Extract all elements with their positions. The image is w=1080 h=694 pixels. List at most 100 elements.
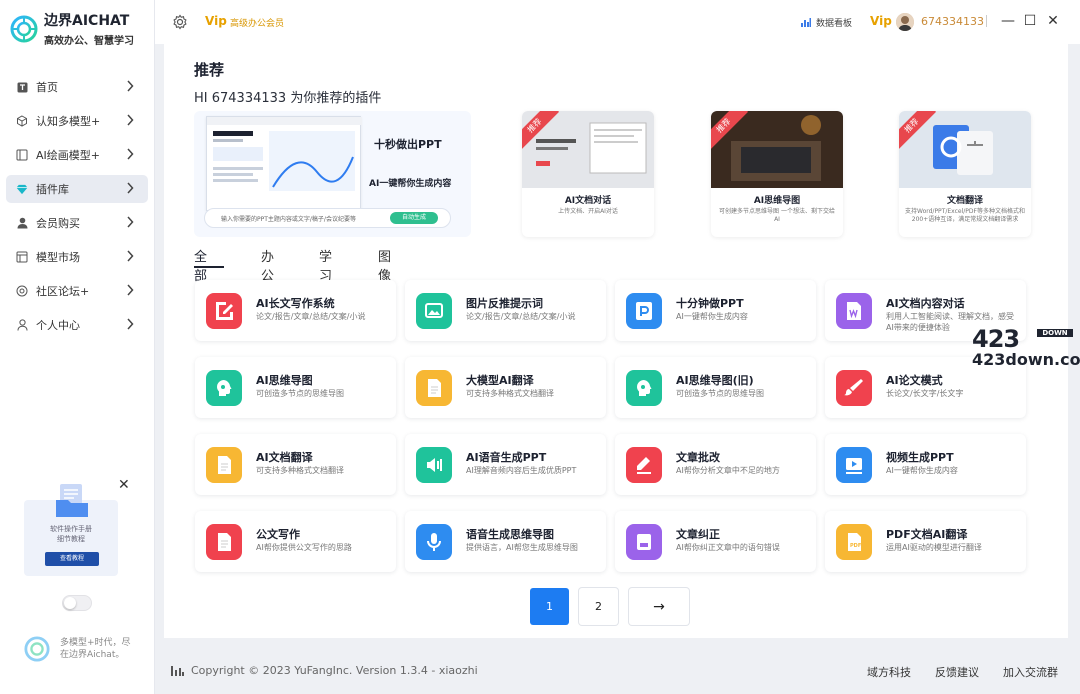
plugin-card[interactable]: 视频生成PPT AI一键帮你生成内容 (825, 434, 1026, 495)
page-2-button[interactable]: 2 (579, 588, 618, 625)
footer: Copyright © 2023 YuFangInc. Version 1.3.… (155, 648, 1080, 694)
image-icon (416, 293, 452, 329)
plugin-card[interactable]: 文章纠正 AI帮你纠正文章中的语句错误 (615, 511, 816, 572)
recommend-card-doc-translate[interactable]: 推荐 文档翻译 支持Word/PPT/Excel/PDF等多种文档格式和200+… (899, 111, 1031, 237)
plugin-title: PDF文档AI翻译 (886, 528, 968, 541)
plugin-title: 文章纠正 (676, 528, 720, 541)
maximize-button[interactable]: ☐ (1023, 14, 1037, 28)
greeting: HI 674334133 为你推荐的插件 (194, 91, 382, 106)
plugin-desc: AI一键帮你生成内容 (676, 312, 748, 321)
footer-link-company[interactable]: 域方科技 (867, 664, 911, 680)
recommend-card-title: 文档翻译 (946, 196, 983, 206)
chevron-right-icon (126, 80, 138, 94)
user-icon (16, 217, 28, 229)
plugin-desc: AI理解音频内容后生成优质PPT (466, 466, 577, 475)
banner-prompt-input[interactable]: 输入你需要的PPT主题内容或文字/稿子/会议纪要等 自动生成 (204, 208, 451, 228)
sidebar-item-forum[interactable]: 社区论坛+ (6, 277, 148, 305)
plugin-title: 文章批改 (676, 451, 720, 464)
plugin-title: AI论文模式 (886, 374, 943, 387)
watermark-small: 423down.com (972, 350, 1080, 369)
sidebar-item-label: 认知多模型+ (36, 115, 101, 128)
vip-badge-icon: Vip (870, 14, 892, 28)
tutorial-promo: 软件操作手册 细节教程 查看教程 (24, 484, 118, 576)
banner-title: 十秒做出PPT (374, 138, 442, 151)
chevron-right-icon (126, 284, 138, 298)
plugin-card[interactable]: 十分钟做PPT AI一键帮你生成内容 (615, 280, 816, 341)
plugin-title: 公文写作 (256, 528, 300, 541)
plugin-card[interactable]: 文章批改 AI帮你分析文章中不足的地方 (615, 434, 816, 495)
next-page-button[interactable]: → (629, 588, 689, 625)
chevron-right-icon (126, 182, 138, 196)
edit-icon (206, 293, 242, 329)
footer-link-join-group[interactable]: 加入交流群 (1003, 664, 1058, 680)
sidebar-item-ai-painting[interactable]: AI绘画模型+ (6, 141, 148, 169)
plugin-card[interactable]: 大模型AI翻译 可支持多种格式文档翻译 (405, 357, 606, 418)
toggle-knob (64, 597, 76, 609)
sidebar-item-label: 个人中心 (36, 319, 80, 332)
watermark-big: 423 (972, 325, 1020, 353)
recommend-card-title: AI思维导图 (753, 196, 801, 206)
recommend-card-doc-chat[interactable]: 推荐 AI文档对话 上传文档、开启AI对话 (522, 111, 654, 237)
plugin-desc: 论文/报告/文章/总结/文案/小说 (466, 312, 576, 321)
page-1-button[interactable]: 1 (530, 588, 569, 625)
brand: 边界AICHAT 高效办公、智慧学习 (10, 10, 134, 47)
audio-icon (416, 447, 452, 483)
sidebar-item-profile[interactable]: 个人中心 (6, 311, 148, 339)
brain-icon (626, 370, 662, 406)
plugin-card[interactable]: AI文档翻译 可支持多种格式文档翻译 (195, 434, 396, 495)
gear-icon[interactable] (172, 14, 188, 30)
plugin-card[interactable]: 语音生成思维导图 提供语言，AI帮您生成思维导图 (405, 511, 606, 572)
sidebar-footer-line1: 多模型+时代，尽 (60, 638, 131, 648)
plugin-desc: 论文/报告/文章/总结/文案/小说 (256, 312, 366, 321)
plugin-title: AI文档内容对话 (886, 297, 965, 310)
ppt-banner[interactable]: 十秒做出PPT AI一键帮你生成内容 输入你需要的PPT主题内容或文字/稿子/会… (194, 111, 471, 237)
sidebar-nav: 首页 认知多模型+ AI绘画模型+ 插件库 会员购买 模型市场 社区论坛+ 个人… (6, 73, 148, 345)
dashboard-link[interactable]: 数据看板 (816, 16, 852, 29)
footer-link-feedback[interactable]: 反馈建议 (935, 664, 979, 680)
plugin-card[interactable]: AI思维导图(旧) 可创造多节点的思维导图 (615, 357, 816, 418)
plugin-card[interactable]: AI语音生成PPT AI理解音频内容后生成优质PPT (405, 434, 606, 495)
promo-line1: 软件操作手册 (50, 525, 92, 533)
sidebar: 边界AICHAT 高效办公、智慧学习 首页 认知多模型+ AI绘画模型+ 插件库… (0, 0, 155, 694)
plugin-desc: AI一键帮你生成内容 (886, 466, 958, 475)
watermark: 423 DOWN 423down.com (972, 325, 1080, 371)
recommend-card-mindmap[interactable]: 推荐 AI思维导图 可创建多节点思维导图 一个想法、剩下交给AI (711, 111, 843, 237)
word-icon (836, 293, 872, 329)
plugin-desc: 可创造多节点的思维导图 (676, 389, 764, 398)
plugin-card[interactable]: 公文写作 AI帮你提供公文写作的思路 (195, 511, 396, 572)
plugin-title: AI思维导图 (256, 374, 313, 387)
plugin-desc: 长论文/长文字/长文字 (886, 389, 964, 398)
sidebar-item-home[interactable]: 首页 (6, 73, 148, 101)
recommend-card-desc: 支持Word/PPT/Excel/PDF等多种文档格式和200+语种互译，满足常… (905, 208, 1025, 223)
close-button[interactable]: ✕ (1046, 14, 1060, 28)
vip-label[interactable]: 高级办公会员 (230, 16, 284, 29)
avatar[interactable] (896, 13, 914, 31)
banner-screenshot (206, 116, 362, 211)
topbar: Vip 高级办公会员 数据看板 Vip 674334133 — ☐ ✕ (155, 0, 1080, 44)
sidebar-item-membership[interactable]: 会员购买 (6, 209, 148, 237)
brush-icon (836, 370, 872, 406)
plugin-card[interactable]: AI长文写作系统 论文/报告/文章/总结/文案/小说 (195, 280, 396, 341)
view-tutorial-button[interactable]: 查看教程 (45, 552, 99, 566)
auto-generate-button[interactable]: 自动生成 (390, 212, 438, 224)
theme-toggle[interactable] (62, 595, 92, 611)
mic-icon (416, 524, 452, 560)
tab-all[interactable]: 全部 (194, 246, 207, 284)
minimize-button[interactable]: — (1001, 14, 1015, 28)
username[interactable]: 674334133 (921, 15, 984, 28)
chevron-right-icon (126, 318, 138, 332)
watermark-tag: DOWN (1037, 329, 1073, 337)
plugin-card[interactable]: AI思维导图可创造多节点的思维导图 (195, 357, 396, 418)
plugin-title: 大模型AI翻译 (466, 374, 534, 387)
save-icon (626, 524, 662, 560)
plugin-card[interactable]: PDF PDF文档AI翻译 运用AI驱动的模型进行翻译 (825, 511, 1026, 572)
sidebar-item-cognitive-models[interactable]: 认知多模型+ (6, 107, 148, 135)
plugin-desc: AI帮你提供公文写作的思路 (256, 543, 352, 552)
close-promo-icon[interactable]: ✕ (118, 477, 130, 493)
plugin-desc: 可创造多节点的思维导图 (256, 389, 344, 398)
plugin-card[interactable]: 图片反推提示词 论文/报告/文章/总结/文案/小说 (405, 280, 606, 341)
sidebar-item-plugins[interactable]: 插件库 (6, 175, 148, 203)
plugin-desc: 运用AI驱动的模型进行翻译 (886, 543, 982, 552)
sidebar-item-model-market[interactable]: 模型市场 (6, 243, 148, 271)
bar-chart-icon (171, 666, 184, 676)
